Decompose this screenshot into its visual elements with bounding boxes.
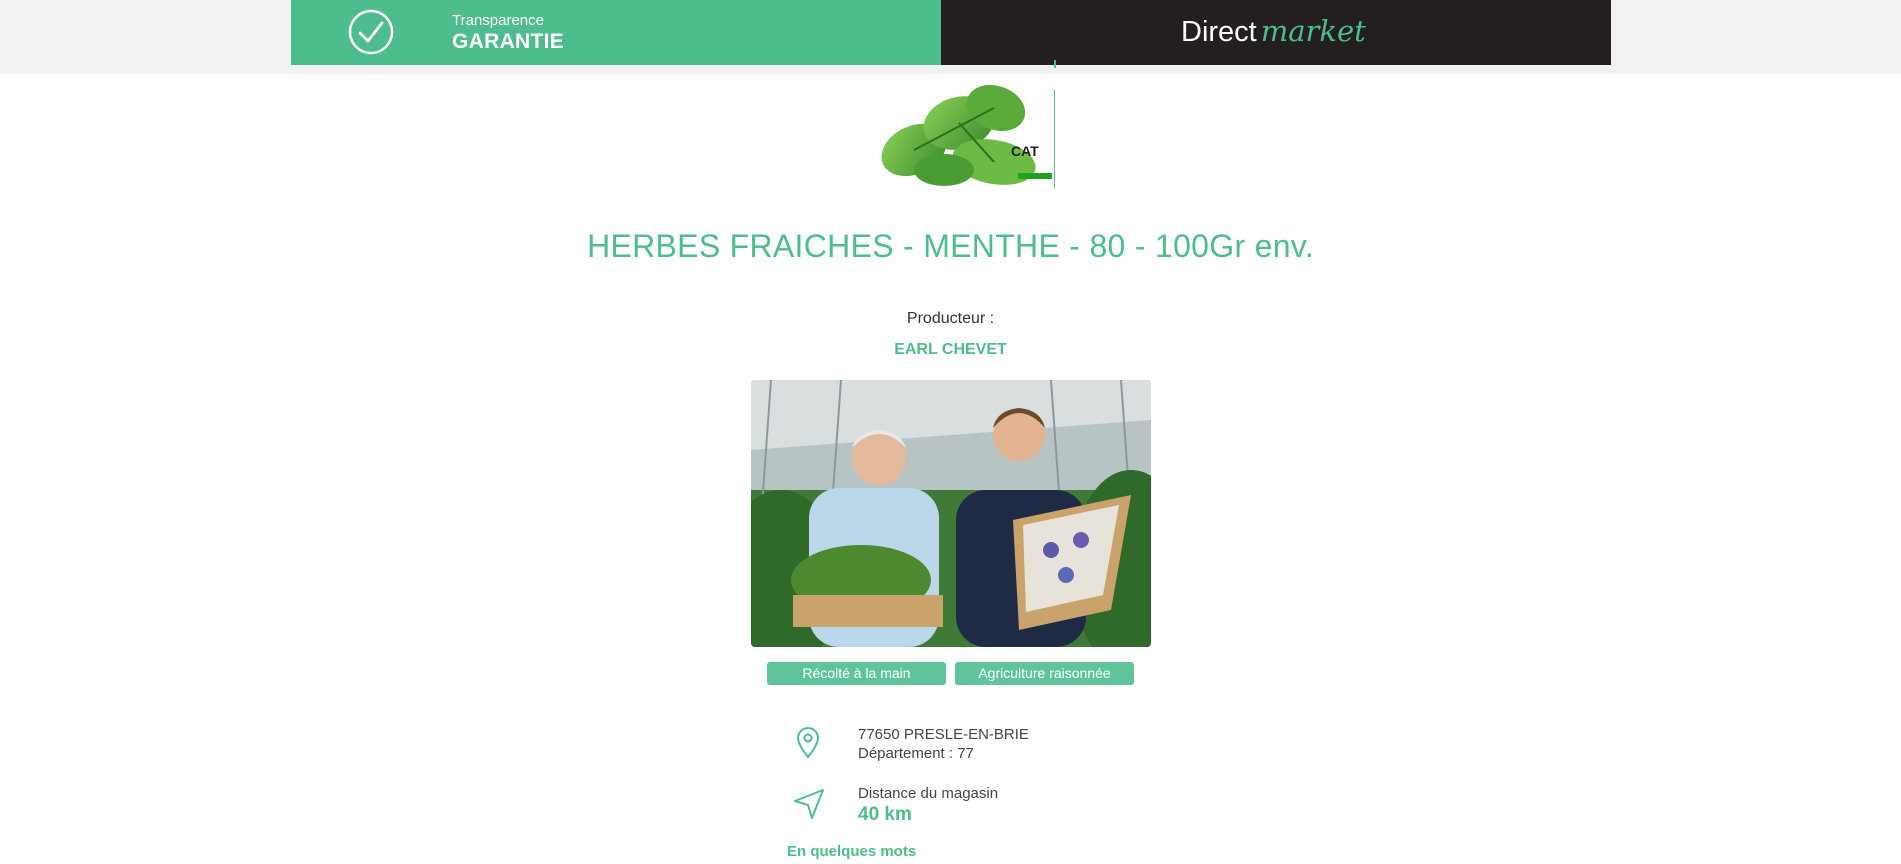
tag-hand-harvested: Récolté à la main — [767, 662, 946, 685]
thumb-border — [1054, 90, 1055, 188]
category-bar — [1018, 173, 1052, 179]
producer-address: 77650 PRESLE-EN-BRIE — [858, 726, 1029, 743]
navigation-arrow-icon — [794, 789, 824, 819]
logo-word-market: market — [1260, 14, 1366, 48]
guarantee-banner: Transparence GARANTIE — [291, 0, 941, 65]
product-title: HERBES FRAICHES - MENTHE - 80 - 100Gr en… — [587, 228, 1314, 264]
tag-reasoned-agriculture: Agriculture raisonnée — [955, 662, 1134, 685]
brand-logo[interactable]: Direct market — [1181, 14, 1366, 49]
map-pin-icon — [796, 727, 820, 759]
producer-photo — [751, 380, 1151, 647]
about-section-heading: En quelques mots — [787, 843, 917, 860]
banner-subtitle: Transparence — [452, 12, 544, 29]
distance-value: 40 km — [858, 804, 912, 825]
category-badge: CAT — [1011, 143, 1039, 159]
producer-department: Département : 77 — [858, 745, 974, 762]
check-circle-icon — [348, 9, 394, 55]
logo-word-direct: Direct — [1181, 16, 1257, 48]
banner-title: GARANTIE — [452, 30, 565, 53]
producer-name[interactable]: EARL CHEVET — [0, 341, 1901, 359]
brand-banner: Direct market — [941, 0, 1611, 65]
thumb-tick — [1054, 60, 1056, 68]
producer-label: Producteur : — [906, 310, 995, 327]
distance-label: Distance du magasin — [858, 785, 999, 802]
